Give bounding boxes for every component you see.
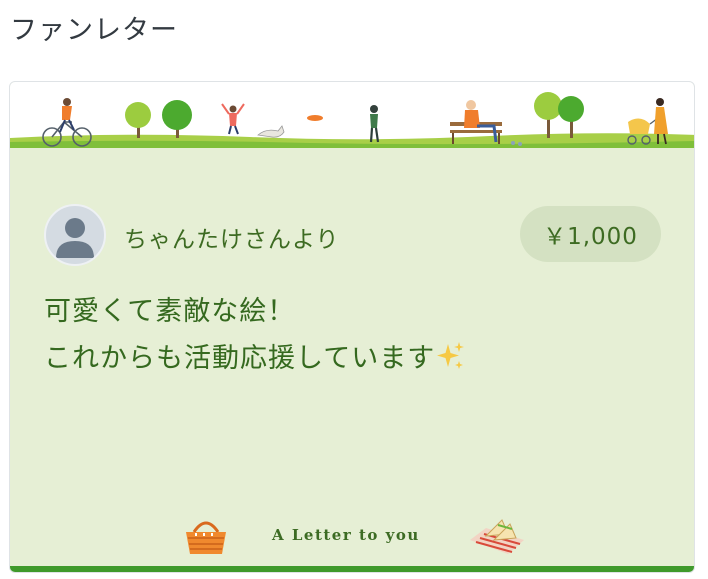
fan-letter-card: ちゃんたけさんより ￥1,000 可愛くて素敵な絵！ これからも活動応援していま… — [9, 81, 695, 573]
amount-badge: ￥1,000 — [520, 206, 661, 262]
default-user-avatar-icon — [56, 218, 94, 258]
sender-name: ちゃんたけさんより — [124, 227, 340, 253]
letter-message: 可愛くて素敵な絵！ これからも活動応援しています — [44, 288, 664, 382]
section-title: ファンレター — [10, 15, 178, 46]
tree-pair-right — [534, 92, 584, 138]
walking-man-figure — [369, 105, 380, 143]
message-line: 可愛くて素敵な絵！ — [44, 288, 664, 335]
sandwich-icon — [470, 519, 524, 554]
park-scene-banner — [10, 82, 694, 148]
jumping-child-figure — [221, 103, 245, 135]
letter-footer: A Letter to you — [10, 510, 694, 564]
picnic-basket-icon — [186, 521, 226, 554]
tree-pair-left — [125, 100, 192, 138]
avatar[interactable] — [44, 204, 106, 266]
card-bottom-bar — [10, 566, 694, 572]
park-illustration — [10, 92, 694, 148]
message-line-text: 可愛くて素敵な絵！ — [44, 296, 296, 327]
footer-tagline: A Letter to you — [272, 526, 420, 544]
sparkles-icon — [437, 342, 465, 369]
message-line: これからも活動応援しています — [44, 335, 664, 382]
message-line-text: これからも活動応援しています — [44, 343, 436, 374]
sender-row: ちゃんたけさんより ￥1,000 — [44, 202, 664, 266]
